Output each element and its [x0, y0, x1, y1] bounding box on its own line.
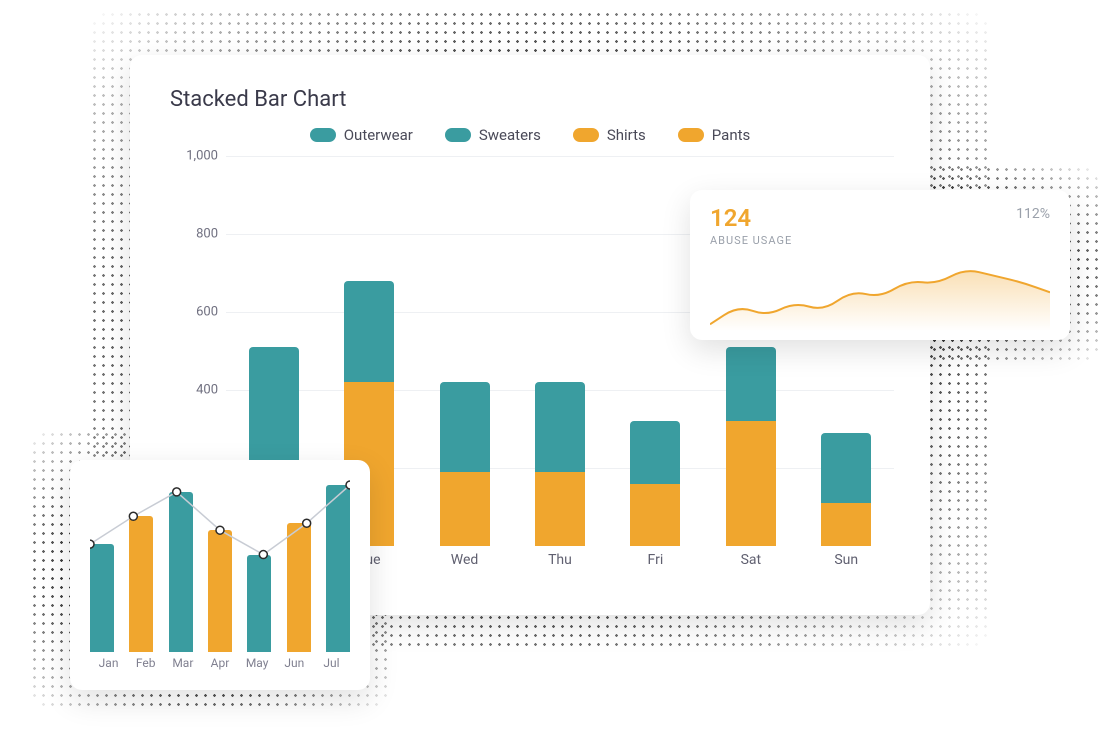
mini-bars [90, 478, 350, 652]
sparkline-label: ABUSE USAGE [710, 234, 792, 247]
legend-label: Outerwear [344, 126, 413, 144]
legend-swatch-icon [445, 128, 471, 142]
legend-item-sweaters[interactable]: Sweaters [445, 126, 541, 144]
legend-item-shirts[interactable]: Shirts [573, 126, 646, 144]
bar-segment-top [440, 382, 490, 472]
x-label: Sat [703, 546, 798, 576]
mini-x-label: May [239, 656, 276, 678]
bar-segment-top [726, 347, 776, 421]
legend-swatch-icon [310, 128, 336, 142]
mini-x-axis: JanFebMarAprMayJunJul [90, 656, 350, 678]
legend-label: Pants [712, 126, 750, 144]
bar-segment-top [821, 433, 871, 503]
mini-bar-jan[interactable] [90, 544, 114, 652]
bar-segment-top [535, 382, 585, 472]
sparkline-header: 124 ABUSE USAGE 112% [710, 206, 1050, 247]
mini-bar-may[interactable] [247, 555, 271, 652]
legend-label: Sweaters [479, 126, 541, 144]
bar-segment-bottom [535, 472, 585, 546]
legend-item-pants[interactable]: Pants [678, 126, 750, 144]
bar-segment-bottom [821, 503, 871, 546]
y-tick: 800 [196, 227, 218, 242]
bar-fri[interactable] [608, 156, 703, 546]
mini-x-label: Apr [201, 656, 238, 678]
bar-segment-bottom [726, 421, 776, 546]
x-label: Fri [608, 546, 703, 576]
mini-x-label: Mar [164, 656, 201, 678]
x-label: Wed [417, 546, 512, 576]
sparkline-value: 124 [710, 206, 792, 230]
legend-swatch-icon [678, 128, 704, 142]
mini-bar-feb[interactable] [129, 516, 153, 652]
legend-label: Shirts [607, 126, 646, 144]
mini-x-label: Jun [276, 656, 313, 678]
bar-wed[interactable] [417, 156, 512, 546]
x-label: Sun [799, 546, 894, 576]
bar-segment-top [630, 421, 680, 483]
chart-legend: Outerwear Sweaters Shirts Pants [166, 126, 894, 144]
bar-thu[interactable] [512, 156, 607, 546]
mini-x-label: Jan [90, 656, 127, 678]
bar-segment-top [344, 281, 394, 382]
mini-bar-apr[interactable] [208, 530, 232, 652]
sparkline-card: 124 ABUSE USAGE 112% [690, 190, 1070, 340]
mini-chart: JanFebMarAprMayJunJul [90, 478, 350, 678]
mini-x-label: Feb [127, 656, 164, 678]
sparkline-plot [710, 247, 1050, 331]
y-tick: 400 [196, 383, 218, 398]
y-tick: 1,000 [186, 149, 218, 164]
legend-item-outerwear[interactable]: Outerwear [310, 126, 413, 144]
chart-title: Stacked Bar Chart [170, 87, 894, 112]
y-tick: 600 [196, 305, 218, 320]
bar-segment-bottom [630, 484, 680, 546]
mini-bar-mar[interactable] [169, 492, 193, 652]
legend-swatch-icon [573, 128, 599, 142]
x-label: Thu [512, 546, 607, 576]
bar-segment-bottom [440, 472, 490, 546]
mini-bar-card: JanFebMarAprMayJunJul [70, 460, 370, 690]
sparkline-pct: 112% [1016, 206, 1050, 222]
mini-bar-jul[interactable] [326, 485, 350, 652]
mini-x-label: Jul [313, 656, 350, 678]
mini-bar-jun[interactable] [287, 523, 311, 652]
